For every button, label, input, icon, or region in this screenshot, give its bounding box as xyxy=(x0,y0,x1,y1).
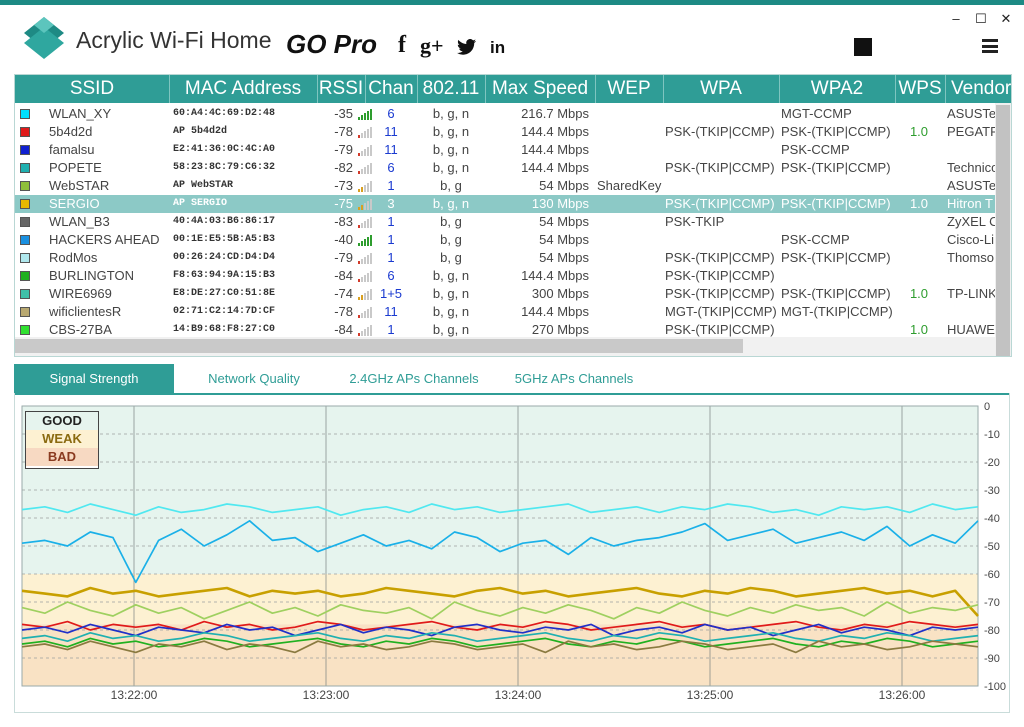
legend-good: GOOD xyxy=(26,412,98,430)
signal-legend: GOOD WEAK BAD xyxy=(25,411,99,469)
x-tick-label: 13:24:00 xyxy=(495,688,542,702)
y-tick-label: -90 xyxy=(984,653,1000,665)
y-tick-label: -40 xyxy=(984,513,1000,525)
y-tick-label: -20 xyxy=(984,457,1000,469)
y-tick-label: -10 xyxy=(984,429,1000,441)
y-tick-label: -80 xyxy=(984,625,1000,637)
bad-zone xyxy=(22,624,978,686)
y-tick-label: -30 xyxy=(984,485,1000,497)
x-tick-label: 13:23:00 xyxy=(303,688,350,702)
y-tick-label: -60 xyxy=(984,569,1000,581)
y-tick-label: 0 xyxy=(984,401,990,413)
y-tick-label: -70 xyxy=(984,597,1000,609)
signal-strength-chart: 0 -10 -20 -30 -40 -50 -60 -70 -80 -90 -100 13:22:00… xyxy=(21,401,1006,702)
x-tick-label: 13:22:00 xyxy=(111,688,158,702)
x-tick-label: 13:26:00 xyxy=(879,688,926,702)
x-tick-label: 13:25:00 xyxy=(687,688,734,702)
y-tick-label: -50 xyxy=(984,541,1000,553)
y-tick-label: -100 xyxy=(984,681,1006,693)
legend-bad: BAD xyxy=(26,448,98,466)
legend-weak: WEAK xyxy=(26,430,98,448)
